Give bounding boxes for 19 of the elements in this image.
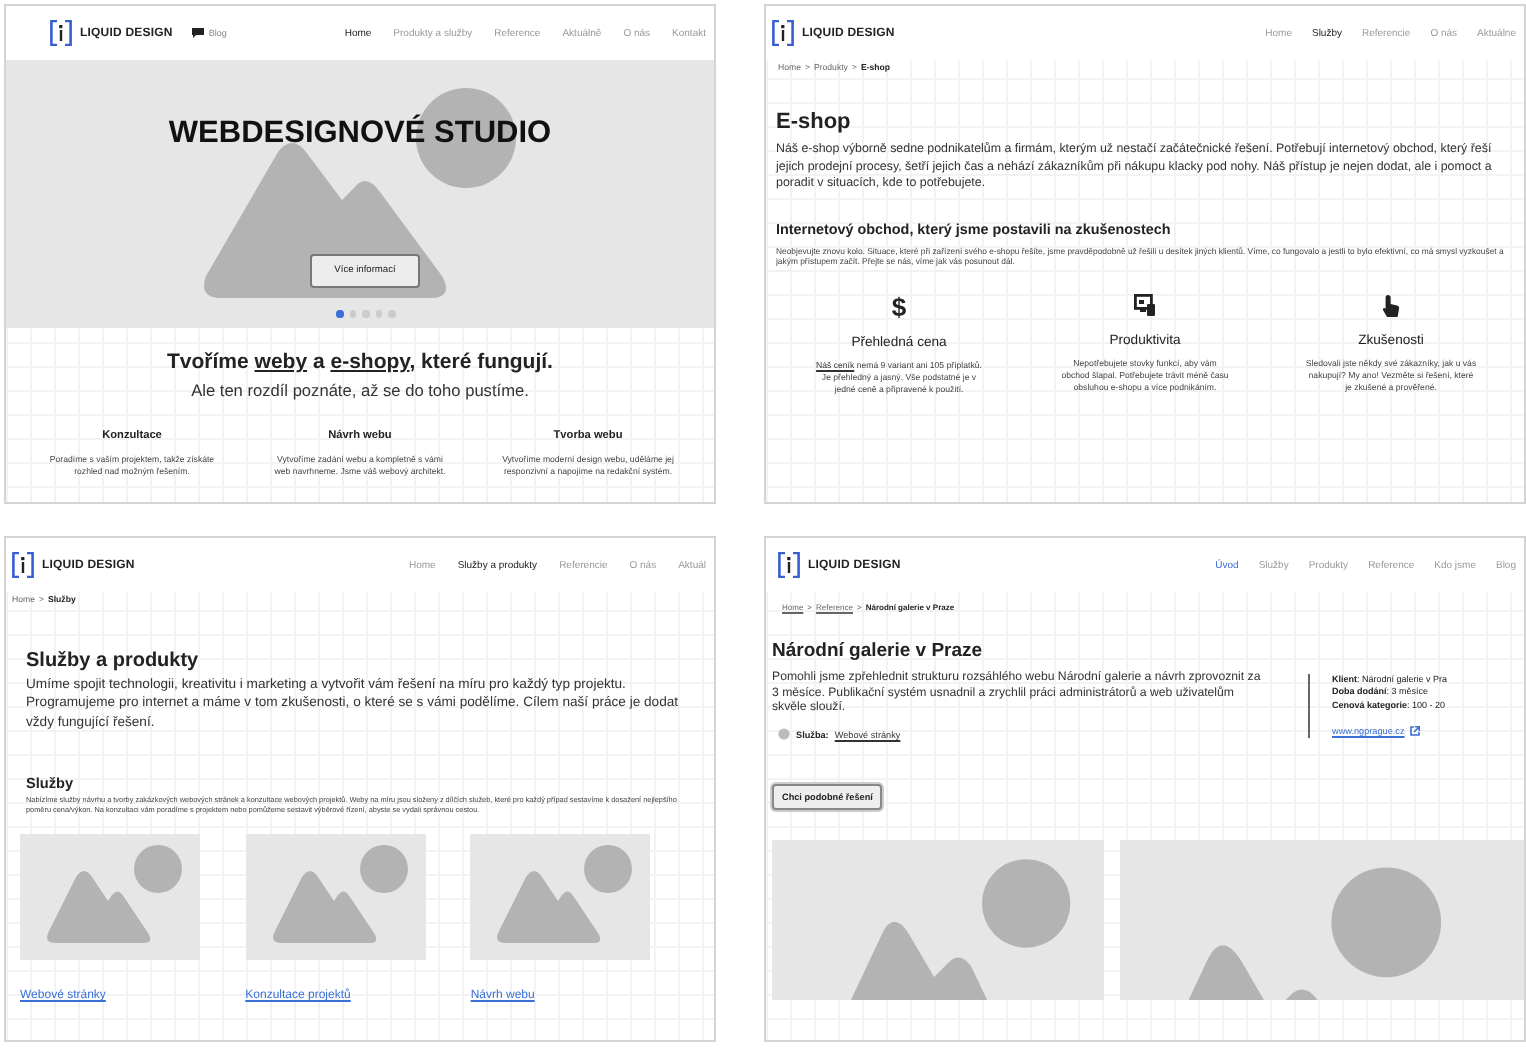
page-heading: Služby a produkty — [24, 650, 201, 672]
text-link[interactable]: e-shopy — [330, 350, 410, 374]
hero-title: WEBDESIGNOVÉ STUDIO — [166, 116, 554, 152]
text-link[interactable]: weby — [254, 350, 308, 374]
logo-icon — [50, 20, 72, 46]
external-link-icon[interactable] — [1410, 725, 1421, 736]
carousel-dot[interactable] — [336, 310, 343, 317]
circle-icon — [778, 728, 790, 741]
monitor-icon — [1134, 294, 1156, 319]
page-heading: Národní galerie v Praze — [772, 640, 985, 662]
headline: Tvoříme weby a e-shopy, které fungují. — [165, 350, 555, 374]
logo-icon — [778, 552, 800, 578]
logo-icon — [772, 20, 794, 46]
page-heading: E-shop — [776, 110, 853, 134]
subheadline: Ale ten rozdíl poznáte, až se do toho pustíme. — [189, 380, 531, 400]
chat-icon — [192, 28, 205, 38]
pointing-hand-icon — [1380, 294, 1402, 319]
logo-icon — [12, 552, 34, 578]
dollar-icon: $ — [891, 294, 907, 321]
